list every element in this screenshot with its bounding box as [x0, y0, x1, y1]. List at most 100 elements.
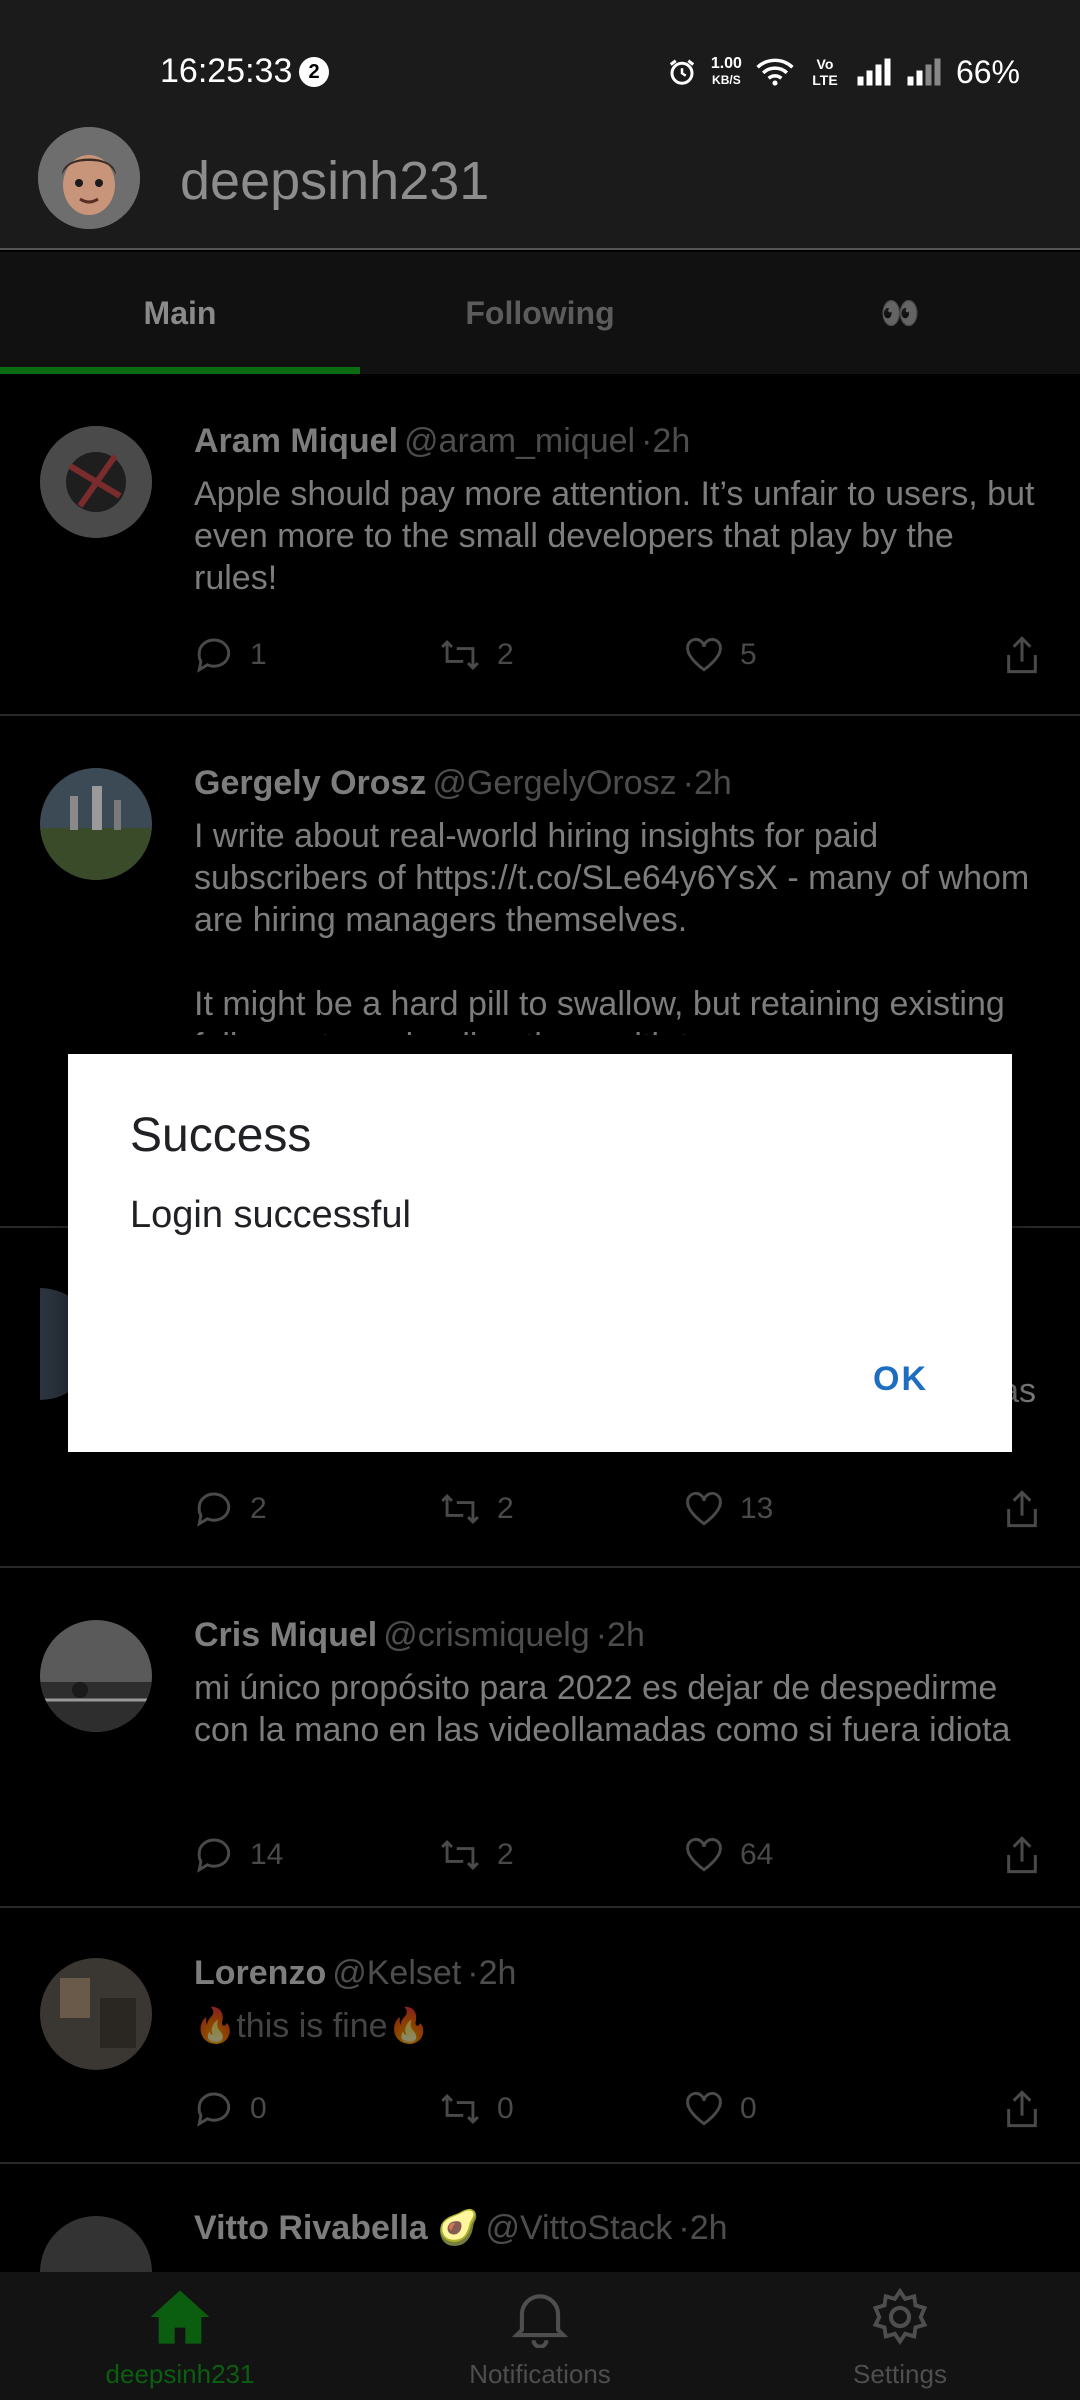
reply-count: 14	[250, 1838, 284, 1871]
tweet-separator: ·	[641, 422, 653, 460]
nav-home-label: deepsinh231	[105, 2359, 255, 2389]
tweet-handle[interactable]: @GergelyOrosz	[432, 764, 676, 802]
tweet-separator: ·	[595, 1616, 608, 1654]
tweet-avatar[interactable]	[40, 768, 152, 880]
tweet-item[interactable]: Aram Miquel @aram_miquel ·2h Apple should …	[0, 374, 1080, 716]
dialog-title: Success	[130, 1109, 312, 1162]
reply-button[interactable]: 2	[194, 1484, 439, 1534]
network-speed-value: 1.00	[710, 55, 742, 72]
nav-home[interactable]: deepsinh231	[0, 2272, 360, 2400]
reply-count: 2	[250, 1492, 267, 1525]
tweet-time: 2h	[478, 1954, 517, 1992]
heart-icon	[684, 1837, 724, 1873]
like-button[interactable]: 0	[684, 2084, 929, 2134]
nav-settings-label: Settings	[853, 2359, 947, 2389]
tweet-item[interactable]: Lorenzo @Kelset ·2h 🔥this is fine🔥 0 0 0	[0, 1908, 1080, 2164]
retweet-count: 2	[497, 638, 514, 671]
tweet-author-name[interactable]: Aram Miquel	[194, 422, 398, 460]
nav-notifications[interactable]: Notifications	[360, 2272, 720, 2400]
like-button[interactable]: 5	[684, 630, 929, 680]
home-icon	[148, 2286, 212, 2355]
retweet-button[interactable]: 2	[439, 630, 684, 680]
nav-notifications-label: Notifications	[469, 2359, 611, 2389]
dialog-ok-button[interactable]: OK	[873, 1360, 928, 1399]
tweet-avatar[interactable]	[40, 426, 152, 538]
reply-icon	[194, 1837, 234, 1873]
reply-icon	[194, 637, 234, 673]
reply-icon	[194, 1491, 234, 1527]
reply-icon	[194, 2091, 234, 2127]
like-count: 5	[740, 638, 757, 671]
tab-main[interactable]: Main	[0, 252, 360, 374]
tweet-time: 2h	[694, 764, 732, 802]
share-button[interactable]	[1004, 2084, 1040, 2134]
share-icon	[1004, 2089, 1040, 2129]
tweet-handle[interactable]: @Kelset	[332, 1954, 461, 1992]
share-icon	[1004, 1489, 1040, 1529]
tweet-author-name[interactable]: Gergely Orosz	[194, 764, 426, 802]
reply-button[interactable]: 0	[194, 2084, 439, 2134]
retweet-button[interactable]: 0	[439, 2084, 684, 2134]
like-button[interactable]: 13	[684, 1484, 929, 1534]
share-button[interactable]	[1004, 630, 1040, 680]
tweet-avatar[interactable]	[40, 1958, 152, 2070]
tweet-author-name[interactable]: Vitto Rivabella 🥑	[194, 2209, 479, 2247]
battery-level: 66%	[955, 53, 1020, 90]
tweet-separator: ·	[682, 764, 694, 802]
tweet-time: 2h	[689, 2209, 728, 2247]
reply-button[interactable]: 1	[194, 630, 439, 680]
wifi-icon	[756, 57, 794, 87]
feed-tabs: Main Following 👀	[0, 252, 1080, 374]
status-time: 16:25:33	[160, 52, 293, 90]
tweet-handle[interactable]: @VittoStack	[485, 2209, 672, 2247]
notification-count-badge: 2	[299, 57, 329, 87]
tab-following[interactable]: Following	[360, 252, 720, 374]
heart-icon	[684, 1491, 724, 1527]
retweet-count: 0	[497, 2092, 514, 2125]
retweet-icon	[439, 1491, 481, 1527]
share-button[interactable]	[1004, 1484, 1040, 1534]
heart-icon	[684, 637, 724, 673]
tweet-text: Apple should pay more attention. It’s un…	[194, 475, 1044, 597]
tweet-author-name[interactable]: Cris Miquel	[194, 1616, 377, 1654]
user-avatar[interactable]	[38, 127, 140, 229]
tweet-text: mi único propósito para 2022 es dejar de…	[194, 1669, 1011, 1749]
signal-icon-2	[906, 58, 942, 86]
reply-button[interactable]: 14	[194, 1830, 439, 1880]
network-speed: 1.00 KB/S	[711, 56, 742, 88]
tweet-author-name[interactable]: Lorenzo	[194, 1954, 326, 1992]
like-button[interactable]: 64	[684, 1830, 929, 1880]
retweet-icon	[439, 1837, 481, 1873]
nav-settings[interactable]: Settings	[720, 2272, 1080, 2400]
app-header: deepsinh231	[0, 120, 1080, 250]
reply-count: 0	[250, 2092, 267, 2125]
retweet-button[interactable]: 2	[439, 1484, 684, 1534]
network-speed-unit: KB/S	[712, 73, 741, 87]
tweet-item[interactable]: Cris Miquel @crismiquelg ·2h mi único prop…	[0, 1568, 1080, 1908]
tweet-separator: ·	[678, 2209, 690, 2247]
tweet-handle[interactable]: @aram_miquel	[404, 422, 635, 460]
volte-indicator: Vo LTE	[812, 56, 838, 88]
tab-eyes[interactable]: 👀	[720, 252, 1080, 374]
success-dialog: Success Login successful OK	[68, 1054, 1012, 1452]
dialog-message: Login successful	[130, 1194, 411, 1236]
bell-icon	[511, 2286, 569, 2355]
tweet-text: 🔥this is fine🔥	[194, 2007, 430, 2045]
alarm-icon	[667, 57, 697, 87]
tweet-handle[interactable]: @crismiquelg	[383, 1616, 589, 1654]
tweet-separator: ·	[467, 1954, 479, 1992]
like-count: 0	[740, 2092, 757, 2125]
status-bar: 16:25:33 2 1.00 KB/S Vo LTE 66%	[0, 0, 1080, 120]
share-icon	[1004, 635, 1040, 675]
share-icon	[1004, 1835, 1040, 1875]
retweet-button[interactable]: 2	[439, 1830, 684, 1880]
share-button[interactable]	[1004, 1830, 1040, 1880]
status-icons: 1.00 KB/S Vo LTE 66%	[667, 52, 1020, 92]
signal-icon-1	[856, 58, 892, 86]
retweet-count: 2	[497, 1492, 514, 1525]
bottom-navigation: deepsinh231 Notifications Settings	[0, 2272, 1080, 2400]
tweet-time: 2h	[607, 1616, 645, 1654]
reply-count: 1	[250, 638, 267, 671]
like-count: 13	[740, 1492, 774, 1525]
tweet-avatar[interactable]	[40, 1620, 152, 1732]
